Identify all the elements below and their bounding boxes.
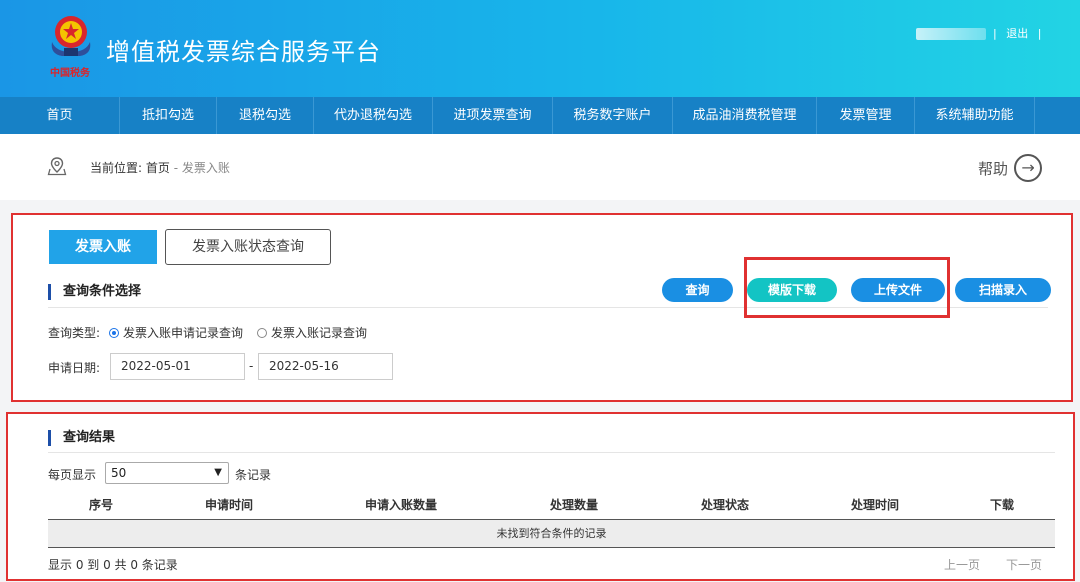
nav-item-refund-select[interactable]: 退税勾选 <box>217 97 314 134</box>
link-separator: | <box>993 27 997 40</box>
main-nav: 首页 抵扣勾选 退税勾选 代办退税勾选 进项发票查询 税务数字账户 成品油消费税… <box>0 97 1080 134</box>
column-header-status[interactable]: 处理状态 <box>701 496 749 513</box>
tab-invoice-entry-status[interactable]: 发票入账状态查询 <box>165 229 331 265</box>
logo-subtitle: 中国税务 <box>50 68 90 79</box>
top-links: | 退出 | <box>990 25 1044 41</box>
nav-item-input-invoice-query[interactable]: 进项发票查询 <box>433 97 553 134</box>
date-range-separator: - <box>249 359 254 373</box>
nav-item-system-tools[interactable]: 系统辅助功能 <box>915 97 1035 134</box>
radio-unselected-icon[interactable] <box>257 328 267 338</box>
column-header-apply-time[interactable]: 申请时间 <box>205 496 253 513</box>
radio-selected-icon[interactable] <box>109 328 119 338</box>
breadcrumb-prefix: 当前位置: <box>90 161 143 175</box>
column-header-process-time[interactable]: 处理时间 <box>851 496 899 513</box>
date-from-input[interactable]: 2022-05-01 <box>110 353 245 380</box>
column-header-index[interactable]: 序号 <box>89 496 113 513</box>
per-page-suffix: 条记录 <box>235 468 272 482</box>
national-tax-emblem-icon <box>51 16 91 56</box>
apply-date-label: 申请日期: <box>48 361 101 375</box>
date-to-input[interactable]: 2022-05-16 <box>258 353 393 380</box>
scan-entry-button[interactable]: 扫描录入 <box>955 278 1051 302</box>
prev-page-button[interactable]: 上一页 <box>944 556 980 573</box>
chevron-down-icon: ▼ <box>214 467 222 478</box>
nav-item-home[interactable]: 首页 <box>0 97 120 134</box>
per-page-prefix: 每页显示 <box>48 468 97 482</box>
divider <box>48 452 1055 453</box>
results-section-title: 查询结果 <box>48 430 115 446</box>
link-separator: | <box>1037 27 1042 40</box>
query-panel: 发票入账 发票入账状态查询 查询条件选择 查询 模版下载 上传文件 扫描录入 查… <box>11 213 1073 402</box>
breadcrumb-home[interactable]: 首页 <box>146 161 170 175</box>
breadcrumb-current: 发票入账 <box>181 161 230 175</box>
site-title: 增值税发票综合服务平台 <box>106 38 381 66</box>
breadcrumb-bar: 当前位置: 首页 - 发票入账 帮助 → <box>0 134 1080 200</box>
per-page-select[interactable]: 50 ▼ <box>105 462 229 484</box>
query-type-label: 查询类型: <box>48 326 101 340</box>
user-name-redacted <box>916 28 986 40</box>
arrow-right-circle-icon: → <box>1014 154 1043 182</box>
next-page-button[interactable]: 下一页 <box>1006 556 1042 573</box>
tab-invoice-entry[interactable]: 发票入账 <box>49 230 157 264</box>
logout-link[interactable]: 退出 <box>1006 27 1028 40</box>
query-type-option-entry-records[interactable]: 发票入账记录查询 <box>257 324 367 341</box>
per-page-value: 50 <box>111 466 127 480</box>
query-section-title: 查询条件选择 <box>48 284 141 300</box>
records-summary: 显示 0 到 0 共 0 条记录 <box>48 558 178 572</box>
query-type-option-apply-records[interactable]: 发票入账申请记录查询 <box>109 324 243 341</box>
nav-item-invoice-management[interactable]: 发票管理 <box>817 97 915 134</box>
help-label: 帮助 <box>978 159 1009 178</box>
query-button[interactable]: 查询 <box>662 278 733 302</box>
nav-item-agent-refund-select[interactable]: 代办退税勾选 <box>314 97 433 134</box>
query-type-option-1-text: 发票入账申请记录查询 <box>123 326 244 340</box>
nav-item-tax-digital-account[interactable]: 税务数字账户 <box>553 97 673 134</box>
column-header-download[interactable]: 下载 <box>990 496 1014 513</box>
highlight-box <box>744 257 950 318</box>
header: 中国税务 增值税发票综合服务平台 | 退出 | <box>0 0 1080 97</box>
column-header-apply-count[interactable]: 申请入账数量 <box>365 496 437 513</box>
column-header-processed-count[interactable]: 处理数量 <box>550 496 598 513</box>
nav-item-fuel-tax[interactable]: 成品油消费税管理 <box>673 97 817 134</box>
map-pin-icon <box>47 157 67 176</box>
nav-item-deduction-select[interactable]: 抵扣勾选 <box>120 97 217 134</box>
results-panel: 查询结果 每页显示 50 ▼ 条记录 序号 申请时间 申请入账数量 处理数量 处… <box>6 412 1075 581</box>
breadcrumb: 当前位置: 首页 - 发票入账 <box>90 159 230 176</box>
empty-table-row: 未找到符合条件的记录 <box>48 519 1055 548</box>
help-button[interactable]: 帮助 → <box>978 154 1043 182</box>
query-type-option-2-text: 发票入账记录查询 <box>271 326 368 340</box>
breadcrumb-separator: - <box>169 161 182 175</box>
